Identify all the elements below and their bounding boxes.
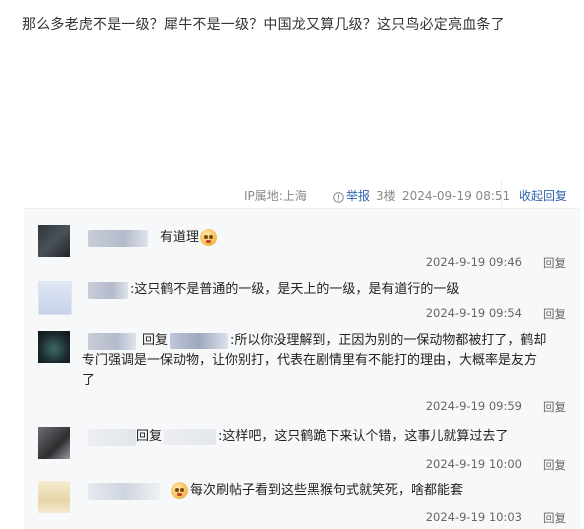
- reply-item: 回复 :所以你没理解到，正因为别的一保动物都被打了，鹤却 专门强调是一保动物，让你…: [24, 329, 580, 419]
- avatar[interactable]: [38, 427, 70, 459]
- warning-icon: [333, 189, 344, 203]
- avatar[interactable]: [38, 481, 70, 513]
- report-link[interactable]: 举报: [346, 186, 370, 206]
- post-meta-bar: IP属地:上海 举报 3楼 2024-09-19 08:51 收起回复: [0, 186, 584, 206]
- reply-text-body: :这样吧，这只鹤跪下来认个错，这事儿就算过去了: [218, 429, 509, 444]
- reply-button[interactable]: 回复: [543, 399, 566, 415]
- reply-item: 每次刷帖子看到这些黑猴句式就笑死，啥都能套 2024-9-19 10:03 回复: [24, 479, 580, 529]
- post-timestamp: 2024-09-19 08:51: [402, 189, 511, 203]
- mention-username[interactable]: [170, 332, 229, 349]
- reply-button[interactable]: 回复: [543, 306, 566, 322]
- ip-location: IP属地:上海: [244, 189, 307, 203]
- username[interactable]: [88, 483, 160, 500]
- reply-text-body: 有道理: [160, 230, 200, 245]
- reply-button[interactable]: 回复: [543, 457, 566, 473]
- reply-time: 2024-9-19 09:54: [425, 306, 522, 320]
- reply-text: 回复 :这样吧，这只鹤跪下来认个错，这事儿就算过去了: [136, 427, 508, 447]
- reply-text: 回复 :所以你没理解到，正因为别的一保动物都被打了，鹤却: [142, 331, 546, 351]
- username[interactable]: [88, 333, 136, 350]
- reply-list: 有道理 2024-9-19 09:46 回复 :这只鹤不是普通的一级，是天上的一…: [24, 208, 580, 529]
- floor-number: 3楼: [376, 189, 396, 203]
- emoji-icon: [171, 482, 188, 499]
- username[interactable]: [88, 230, 148, 247]
- username[interactable]: [88, 429, 136, 446]
- reply-item: 有道理 2024-9-19 09:46 回复: [24, 223, 580, 275]
- reply-button[interactable]: 回复: [543, 510, 566, 526]
- avatar[interactable]: [38, 331, 70, 363]
- reply-text: :这只鹤不是普通的一级，是天上的一级，是有道行的一级: [130, 282, 460, 297]
- reply-line1: :所以你没理解到，正因为别的一保动物都被打了，鹤却: [230, 333, 547, 348]
- reply-time: 2024-9-19 09:46: [425, 255, 522, 269]
- reply-button[interactable]: 回复: [543, 255, 566, 271]
- reply-prefix: 回复: [136, 429, 163, 444]
- collapse-replies-link[interactable]: 收起回复: [519, 186, 567, 206]
- reply-item: :这只鹤不是普通的一级，是天上的一级，是有道行的一级 2024-9-19 09:…: [24, 279, 580, 325]
- mention-username[interactable]: [164, 428, 217, 445]
- reply-prefix: 回复: [142, 333, 169, 348]
- reply-time: 2024-9-19 10:00: [425, 457, 522, 471]
- reply-time: 2024-9-19 10:03: [425, 510, 522, 524]
- reply-text: 每次刷帖子看到这些黑猴句式就笑死，啥都能套: [170, 481, 463, 501]
- reply-text-body: 每次刷帖子看到这些黑猴句式就笑死，啥都能套: [190, 483, 464, 498]
- avatar[interactable]: [38, 281, 72, 315]
- reply-time: 2024-9-19 09:59: [425, 399, 522, 413]
- reply-line2: 专门强调是一保动物，让你别打，代表在剧情里有不能打的理由，大概率是友方: [82, 353, 538, 368]
- emoji-icon: [200, 229, 218, 246]
- avatar[interactable]: [38, 225, 70, 257]
- post-content: 那么多老虎不是一级？犀牛不是一级？中国龙又算几级？这只鸟必定亮血条了: [22, 17, 505, 33]
- reply-text: 有道理: [160, 228, 218, 248]
- reply-line3: 了: [82, 373, 96, 388]
- username[interactable]: [88, 282, 128, 299]
- reply-item: 回复 :这样吧，这只鹤跪下来认个错，这事儿就算过去了 2024-9-19 10:0…: [24, 423, 580, 475]
